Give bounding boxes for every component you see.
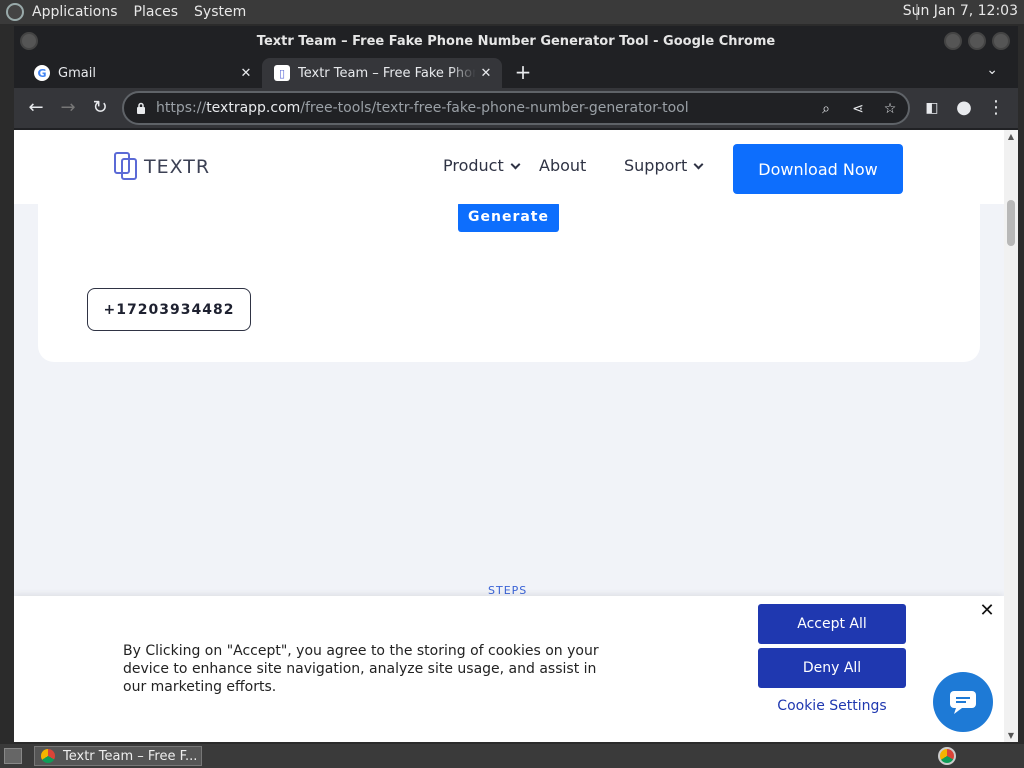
new-tab-icon[interactable]: + (512, 60, 534, 84)
nav-product[interactable]: Product (443, 156, 521, 175)
taskbar-window-label: Textr Team – Free F... (63, 748, 198, 764)
brand-name: TEXTR (144, 156, 211, 178)
os-logo-icon[interactable] (6, 3, 24, 21)
nav-support-label: Support (624, 156, 688, 175)
menu-applications[interactable]: Applications (32, 4, 118, 20)
scrollbar-thumb[interactable] (1007, 200, 1015, 246)
url-host: textrapp.com (206, 100, 301, 116)
tab-search-chevron-icon[interactable]: ⌄ (986, 62, 998, 78)
minimize-icon[interactable] (944, 32, 962, 50)
tray-chrome-icon[interactable] (938, 747, 956, 765)
window-title: Textr Team – Free Fake Phone Number Gene… (256, 33, 776, 49)
site-header: TEXTR Product About Support Download Now (14, 130, 1004, 204)
bookmark-star-icon[interactable]: ☆ (880, 99, 900, 119)
os-taskbar: Textr Team – Free F... (0, 744, 1024, 768)
close-tab-icon[interactable]: ✕ (476, 66, 496, 81)
taskbar-chrome-window[interactable]: Textr Team – Free F... (34, 746, 202, 766)
accept-all-button[interactable]: Accept All (758, 604, 906, 644)
nav-about[interactable]: About (539, 156, 586, 175)
share-icon[interactable]: ⋖ (848, 99, 868, 119)
address-bar[interactable]: https://textrapp.com/free-tools/textr-fr… (122, 91, 910, 125)
tab-label: Gmail (58, 65, 96, 81)
tab-textr[interactable]: ▯ Textr Team – Free Fake Phone Number Ge… (262, 58, 502, 88)
menu-system[interactable]: System (194, 4, 246, 20)
page-scrollbar[interactable]: ▲ ▼ (1004, 130, 1018, 742)
browser-toolbar: ← → ↻ https://textrapp.com/free-tools/te… (14, 88, 1018, 128)
generate-button[interactable]: Generate (458, 202, 559, 232)
gmail-icon: G (34, 65, 50, 81)
reload-icon[interactable]: ↻ (88, 96, 112, 120)
profile-icon[interactable]: ● (952, 96, 976, 120)
close-window-icon[interactable] (992, 32, 1010, 50)
cookie-banner: By Clicking on "Accept", you agree to th… (14, 596, 1004, 742)
maximize-icon[interactable] (968, 32, 986, 50)
forward-arrow-icon[interactable]: → (56, 96, 80, 120)
url-path: /free-tools/textr-free-fake-phone-number… (300, 100, 689, 116)
textr-favicon-icon: ▯ (274, 65, 290, 81)
tab-strip: G Gmail ✕ ▯ Textr Team – Free Fake Phone… (14, 56, 1018, 88)
tab-gmail[interactable]: G Gmail ✕ (22, 58, 262, 88)
clock[interactable]: Sun Jan 7, 12:03 (903, 3, 1018, 19)
chat-widget-button[interactable] (933, 672, 993, 732)
page-viewport: Generate +17203934482 STEPS TEXTR Produc… (14, 130, 1004, 742)
close-tab-icon[interactable]: ✕ (236, 66, 256, 81)
search-icon[interactable]: ⌕ (816, 99, 836, 119)
more-menu-icon[interactable]: ⋮ (984, 96, 1008, 120)
os-top-panel: Applications Places System Sun Jan 7, 12… (0, 0, 1024, 24)
chevron-down-icon (510, 159, 521, 170)
textr-logo-icon (114, 152, 138, 182)
title-bar: Textr Team – Free Fake Phone Number Gene… (14, 26, 1018, 56)
menu-places[interactable]: Places (134, 4, 179, 20)
cookie-settings-link[interactable]: Cookie Settings (758, 698, 906, 714)
url-text: https://textrapp.com/free-tools/textr-fr… (156, 100, 689, 116)
scroll-up-icon[interactable]: ▲ (1006, 132, 1016, 141)
deny-all-button[interactable]: Deny All (758, 648, 906, 688)
cookie-message: By Clicking on "Accept", you agree to th… (123, 643, 599, 695)
chrome-icon (41, 749, 55, 763)
side-panel-icon[interactable]: ◧ (920, 96, 944, 120)
browser-window: Textr Team – Free Fake Phone Number Gene… (14, 26, 1018, 742)
textr-logo[interactable]: TEXTR (114, 152, 210, 182)
scroll-down-icon[interactable]: ▼ (1006, 731, 1016, 740)
url-prefix: https:// (156, 100, 207, 116)
lock-icon (137, 102, 145, 114)
window-menu-icon[interactable] (20, 32, 38, 50)
show-desktop-icon[interactable] (4, 748, 22, 764)
generated-phone-number[interactable]: +17203934482 (87, 288, 251, 331)
nav-product-label: Product (443, 156, 504, 175)
tab-label: Textr Team – Free Fake Phone Number Gene… (298, 65, 476, 81)
chevron-down-icon (693, 159, 704, 170)
close-cookie-icon[interactable]: ✕ (978, 602, 996, 620)
download-now-button[interactable]: Download Now (733, 144, 903, 194)
nav-support[interactable]: Support (624, 156, 704, 175)
chat-bubble-icon (950, 691, 976, 714)
back-arrow-icon[interactable]: ← (24, 96, 48, 120)
